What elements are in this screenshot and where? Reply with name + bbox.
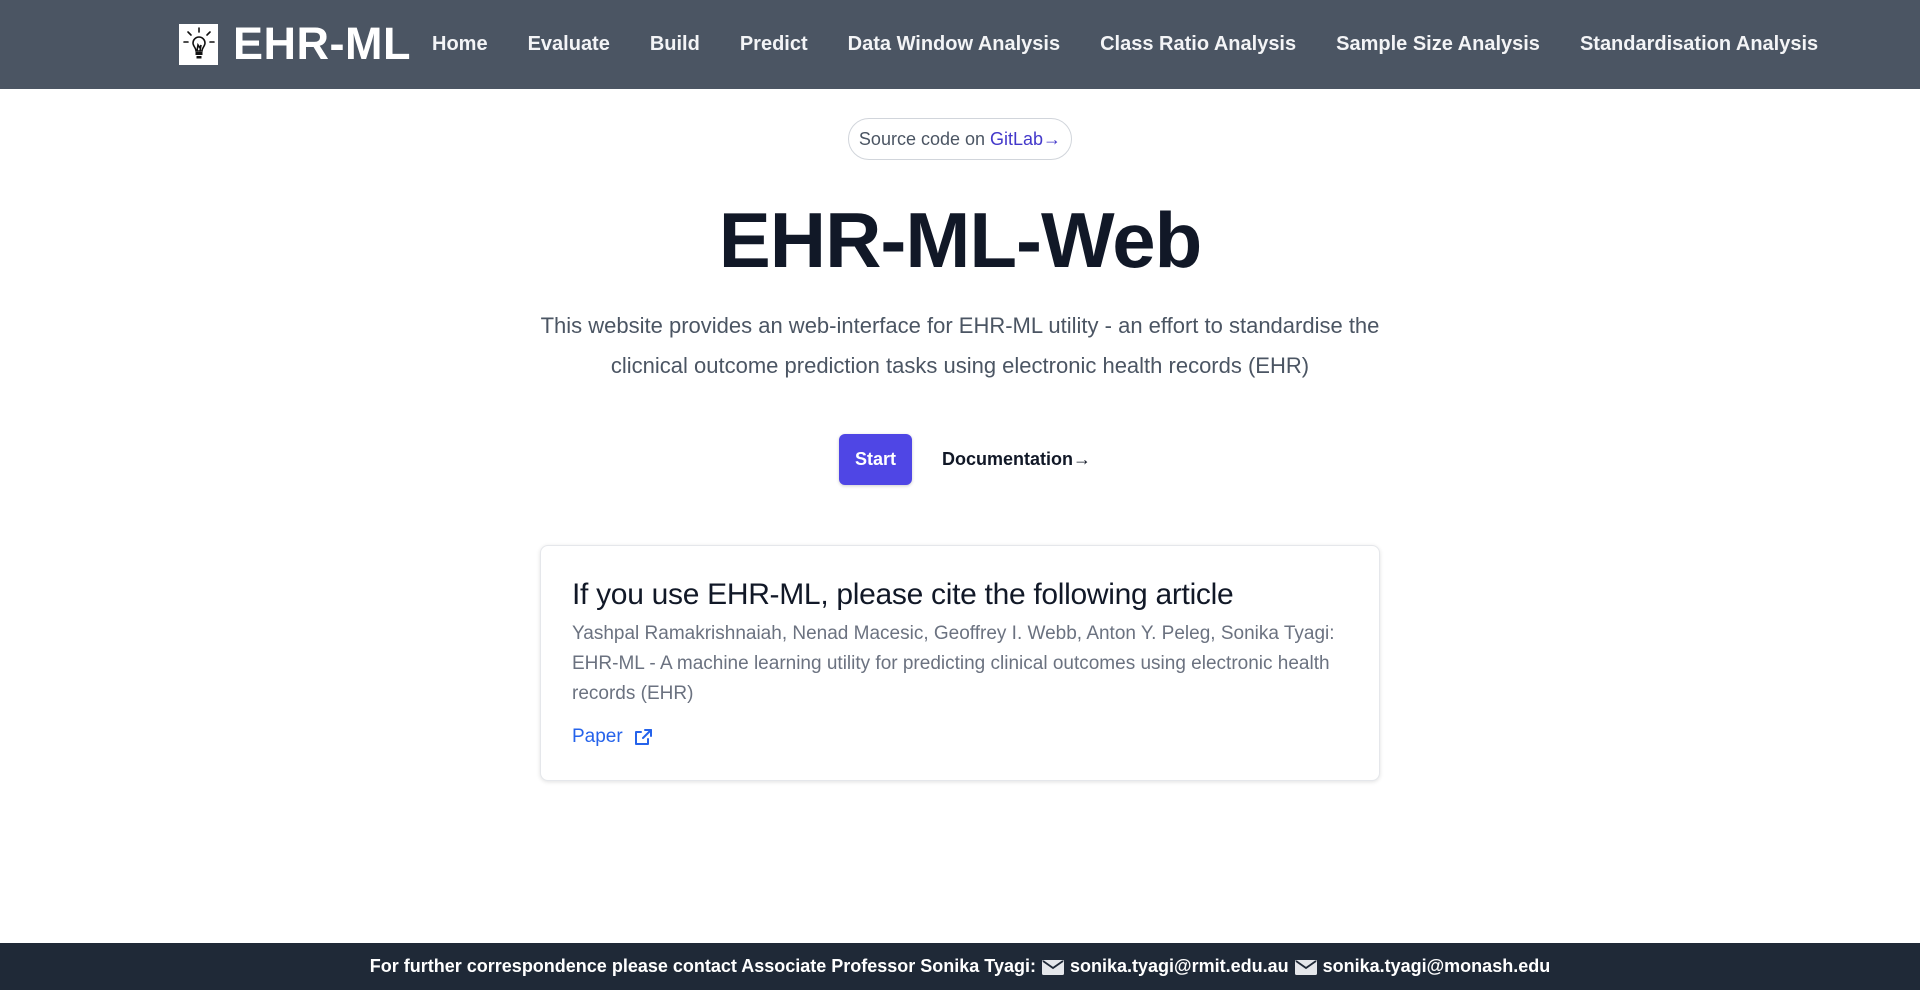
- nav-evaluate[interactable]: Evaluate: [508, 0, 630, 89]
- brand-name: EHR-ML: [233, 18, 411, 69]
- citation-heading: If you use EHR-ML, please cite the follo…: [572, 578, 1234, 611]
- footer-contact-text: For further correspondence please contac…: [369, 956, 1036, 976]
- paper-link-label: Paper: [572, 726, 623, 747]
- envelope-icon: [1041, 959, 1064, 975]
- paper-link[interactable]: Paper: [572, 726, 652, 748]
- external-link-icon: [634, 728, 652, 746]
- nav-standardisation-analysis[interactable]: Standardisation Analysis: [1560, 0, 1838, 89]
- main-nav: Home Evaluate Build Predict Data Window …: [412, 0, 1838, 89]
- envelope-icon: [1294, 959, 1317, 975]
- citation-text: Yashpal Ramakrishnaiah, Nenad Macesic, G…: [572, 623, 1335, 704]
- citation-card: If you use EHR-ML, please cite the follo…: [540, 545, 1380, 781]
- navbar: EHR-ML Home Evaluate Build Predict Data …: [0, 0, 1920, 89]
- start-button[interactable]: Start: [839, 434, 912, 485]
- lightbulb-logo-icon: [179, 23, 218, 65]
- hero-description: This website provides an web-interface f…: [540, 313, 1380, 378]
- nav-home[interactable]: Home: [412, 0, 508, 89]
- email-monash-link[interactable]: sonika.tyagi@monash.edu: [1323, 956, 1551, 977]
- nav-data-window-analysis[interactable]: Data Window Analysis: [828, 0, 1080, 89]
- nav-build[interactable]: Build: [630, 0, 720, 89]
- nav-class-ratio-analysis[interactable]: Class Ratio Analysis: [1080, 0, 1316, 89]
- source-code-pill: Source code on GitLab→: [848, 118, 1072, 160]
- gitlab-link[interactable]: GitLab→: [990, 129, 1061, 150]
- page-title: EHR-ML-Web: [718, 196, 1203, 284]
- documentation-link[interactable]: Documentation→: [942, 434, 1091, 485]
- brand-home-link[interactable]: EHR-ML: [179, 18, 411, 70]
- nav-sample-size-analysis[interactable]: Sample Size Analysis: [1316, 0, 1560, 89]
- footer: For further correspondence please contac…: [0, 943, 1920, 990]
- nav-predict[interactable]: Predict: [720, 0, 828, 89]
- email-rmit-link[interactable]: sonika.tyagi@rmit.edu.au: [1070, 956, 1289, 977]
- source-code-prefix: Source code on: [858, 128, 986, 149]
